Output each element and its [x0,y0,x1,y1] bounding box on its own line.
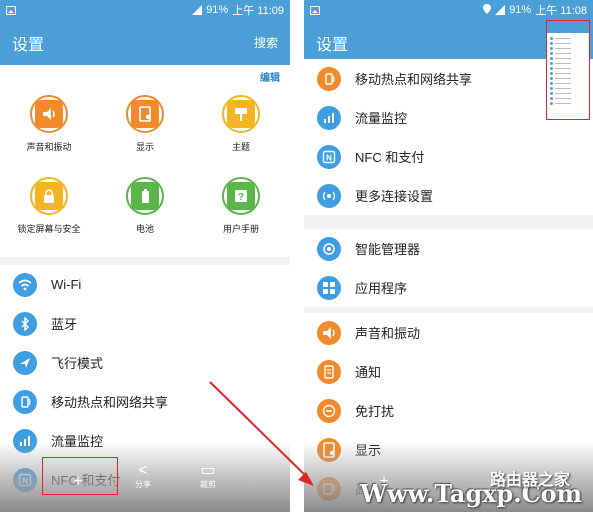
settings-group-device: 智能管理器 应用程序 [304,229,593,307]
hotspot-icon [317,66,341,91]
list-item-label: 应用程序 [355,281,408,296]
status-bar: 91% 上午 11:08 [304,0,593,20]
list-item[interactable]: 声音和振动 [304,313,593,352]
help-book-icon: ? [222,177,260,215]
list-item[interactable]: Wi-Fi [0,265,290,304]
status-time: 上午 11:08 [535,5,587,17]
highlight-box [42,457,118,495]
grid-item-label: 电池 [135,224,154,234]
data-usage-icon [317,105,341,130]
grid-item-label: 主题 [231,142,250,152]
apps-icon [317,275,341,300]
speaker-icon [30,95,68,133]
share-icon: < [138,462,148,479]
grid-item[interactable]: 电池 [97,177,193,235]
list-item-label: 通知 [355,365,382,380]
list-item-label: 免打扰 [355,404,395,419]
list-item-label: NFC 和支付 [355,150,425,165]
list-item[interactable]: 飞行模式 [0,343,290,382]
list-item-label: 移动热点和网络共享 [51,395,169,410]
do-not-disturb-icon [317,398,341,423]
settings-screen-left: 91% 上午 11:09 设置 搜索 编辑 声音和振动 显示 主题锁定屏幕与安全 电池… [0,0,290,512]
grid-item-label: 显示 [135,142,154,152]
list-item[interactable]: 移动热点和网络共享 [0,382,290,421]
list-item-label: 更多连接设置 [355,189,434,204]
status-time: 上午 11:09 [232,5,284,17]
toolbar-label: 裁剪 [200,480,216,489]
svg-text:N: N [326,153,332,162]
quick-settings-grid: 编辑 声音和振动 显示 主题 锁定屏幕与安全 电池? 用户手册 [0,65,290,257]
share-button[interactable]: < 分享 [123,463,163,490]
grid-item-label: 锁定屏幕与安全 [17,224,81,234]
grid-item[interactable]: 声音和振动 [1,95,97,153]
wifi-icon [13,272,37,297]
list-item[interactable]: 应用程序 [304,268,593,307]
toolbar-label: 分享 [135,480,151,489]
list-item-label: 蓝牙 [51,317,78,332]
battery-percent: 91% [509,4,532,16]
list-item[interactable]: 智能管理器 [304,229,593,268]
list-item[interactable]: 蓝牙 [0,304,290,343]
list-item-label: 智能管理器 [355,242,421,257]
brush-icon [222,95,260,133]
list-item-label: Wi-Fi [51,277,82,292]
list-item[interactable]: 更多连接设置 [304,176,593,215]
grid-item[interactable]: 显示 [97,95,193,153]
grid-item-label: 声音和振动 [26,142,72,152]
grid-item-label: 用户手册 [222,224,259,234]
signal-icon [495,5,506,15]
speaker-icon [317,320,341,345]
hotspot-icon [13,389,37,414]
bluetooth-icon [13,311,37,336]
grid-item[interactable]: 锁定屏幕与安全 [1,177,97,235]
list-item[interactable]: N NFC 和支付 [304,137,593,176]
watermark-cn: 路由器之家 [490,472,571,489]
list-item[interactable]: 通知 [304,352,593,391]
app-bar: 设置 搜索 [0,20,290,65]
display-icon [126,95,164,133]
edit-button[interactable]: 编辑 [260,69,280,84]
search-button[interactable]: 搜索 [254,34,278,51]
crop-icon: ▭ [200,462,216,479]
notification-icon [317,359,341,384]
location-icon [483,3,492,17]
list-item-label: 飞行模式 [51,356,104,371]
battery-icon [126,177,164,215]
page-title: 设置 [12,36,45,54]
crop-button[interactable]: ▭ 裁剪 [188,463,228,490]
list-item-label: 流量监控 [355,111,408,126]
airplane-icon [13,350,37,375]
battery-percent: 91% [206,4,229,16]
list-item[interactable]: 免打扰 [304,391,593,430]
gallery-notification-icon [6,5,16,15]
list-item-label: 移动热点和网络共享 [355,72,473,87]
smart-manager-icon [317,236,341,261]
svg-text:?: ? [238,192,244,203]
screenshot-thumbnail[interactable] [546,20,590,120]
grid-item[interactable]: ? 用户手册 [193,177,289,235]
more-connections-icon [317,183,341,208]
status-bar: 91% 上午 11:09 [0,0,290,20]
signal-icon [192,5,203,15]
list-item-label: 声音和振动 [355,326,421,341]
page-title: 设置 [316,36,349,54]
nfc-icon: N [317,144,341,169]
settings-screen-right: 91% 上午 11:08 设置 移动热点和网络共享 流量监控 N NFC 和支付 更多连… [304,0,593,512]
grid-item[interactable]: 主题 [193,95,289,153]
gallery-notification-icon [310,5,320,15]
lock-icon [30,177,68,215]
